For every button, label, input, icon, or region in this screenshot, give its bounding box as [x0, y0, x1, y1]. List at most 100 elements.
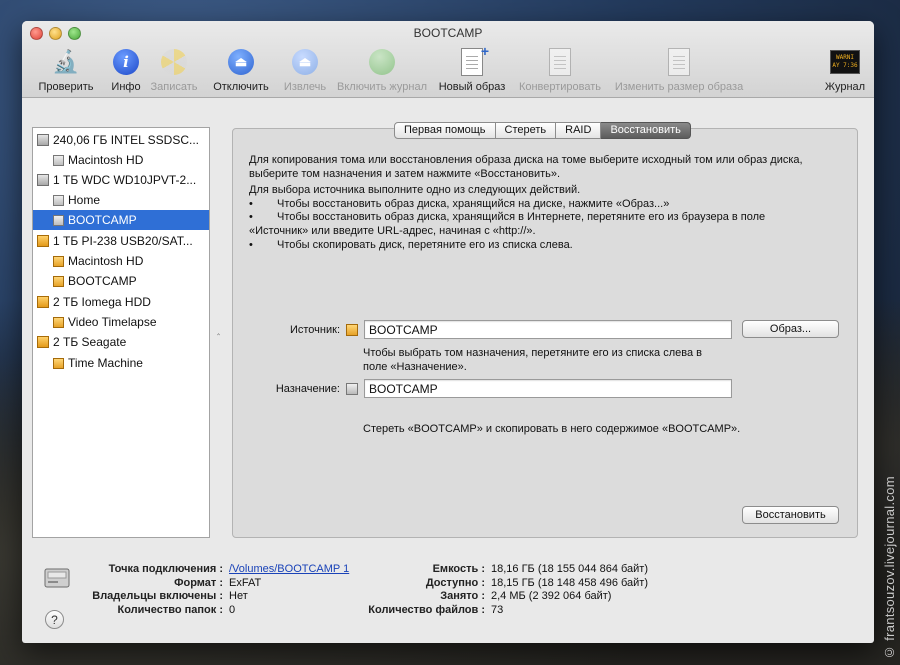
- mount-point-link[interactable]: /Volumes/BOOTCAMP 1: [229, 563, 349, 575]
- toolbar: 🔬 Проверить i Инфо Записать ⏏ Отключить …: [22, 43, 874, 95]
- bullet: •: [249, 238, 253, 251]
- toolbar-info-button[interactable]: i Инфо: [106, 47, 146, 93]
- microscope-icon: 🔬: [52, 49, 80, 74]
- sidebar-item-label: 2 ТБ Seagate: [53, 335, 127, 349]
- sidebar-item-bootcamp-selected[interactable]: BOOTCAMP: [33, 210, 209, 230]
- external-volume-icon: [53, 276, 64, 287]
- new-image-icon: +: [461, 43, 489, 76]
- source-field[interactable]: BOOTCAMP: [364, 320, 732, 339]
- sidebar-item-seagate-drive[interactable]: 2 ТБ Seagate: [33, 332, 209, 352]
- help-button[interactable]: ?: [45, 610, 64, 629]
- sidebar-item-time-machine[interactable]: Time Machine: [33, 353, 209, 373]
- selected-volume-drive-icon: [44, 568, 70, 588]
- bullet-text: «Источник» или введите URL-адрес, начина…: [249, 224, 536, 237]
- volume-icon: [346, 383, 358, 395]
- tab-raid[interactable]: RAID: [556, 122, 602, 139]
- toolbar-eject-button[interactable]: ⏏ Извлечь: [280, 47, 330, 93]
- external-volume-icon: [53, 358, 64, 369]
- toolbar-log-button[interactable]: WARNI AY 7:36 Журнал: [822, 47, 868, 93]
- external-volume-icon: [53, 256, 64, 267]
- sidebar-item-wdc-drive[interactable]: 1 ТБ WDC WD10JPVT-2...: [33, 170, 209, 190]
- info-value: 73: [491, 603, 504, 616]
- source-label: Источник:: [289, 324, 340, 336]
- toolbar-label: Проверить: [38, 81, 94, 93]
- external-drive-icon: [37, 235, 49, 247]
- info-key: Количество папок :: [117, 603, 223, 616]
- sidebar-item-label: Macintosh HD: [68, 153, 144, 167]
- info-key: Формат :: [174, 576, 223, 589]
- sidebar-item-label: Time Machine: [68, 356, 143, 370]
- sidebar-item-label: 1 ТБ WDC WD10JPVT-2...: [53, 173, 197, 187]
- info-value: 0: [229, 603, 236, 616]
- info-value: ExFAT: [229, 576, 262, 589]
- bullet-text: Чтобы восстановить образ диска, хранящий…: [277, 211, 766, 224]
- external-volume-icon: [53, 317, 64, 328]
- info-value: 18,16 ГБ (18 155 044 864 байт): [491, 563, 649, 575]
- sidebar-item-label: Home: [68, 193, 101, 207]
- tab-erase[interactable]: Стереть: [495, 122, 557, 139]
- toolbar-label: Включить журнал: [337, 81, 427, 93]
- toolbar-label: Инфо: [111, 81, 141, 93]
- sidebar-item-label: BOOTCAMP: [68, 213, 137, 227]
- destination-label: Назначение:: [275, 383, 340, 395]
- sidebar-item-intel-ssd[interactable]: 240,06 ГБ INTEL SSDSC...: [33, 130, 209, 150]
- volume-icon: [53, 155, 64, 166]
- unmount-icon: ⏏: [292, 49, 318, 75]
- sidebar-item-ext-macintosh-hd[interactable]: Macintosh HD: [33, 251, 209, 271]
- resize-image-icon: [668, 48, 690, 76]
- bullet-text: Чтобы восстановить образ диска, хранящий…: [277, 197, 670, 210]
- toolbar-label: Извлечь: [283, 81, 327, 93]
- burn-icon: [161, 49, 187, 75]
- intro-line: выберите том назначения и затем нажмите …: [249, 167, 561, 180]
- bullet-text: Чтобы скопировать диск, перетяните его и…: [277, 238, 573, 251]
- destination-field[interactable]: BOOTCAMP: [364, 379, 732, 398]
- toolbar-verify-button[interactable]: 🔬 Проверить: [36, 47, 96, 93]
- external-drive-icon: [37, 336, 49, 348]
- sidebar-item-iomega-drive[interactable]: 2 ТБ Iomega HDD: [33, 292, 209, 312]
- sidebar-item-macintosh-hd[interactable]: Macintosh HD: [33, 150, 209, 170]
- sidebar-item-pi238-drive[interactable]: 1 ТБ PI-238 USB20/SAT...: [33, 231, 209, 251]
- toolbar-label: Отключить: [213, 81, 269, 93]
- watermark: © frantsouzov.livejournal.com: [882, 476, 897, 660]
- splitter-handle[interactable]: ‸: [217, 325, 220, 336]
- toolbar-convert-button[interactable]: Конвертировать: [516, 47, 604, 93]
- volume-info-left: Точка подключения : /Volumes/BOOTCAMP 1 Ф…: [90, 563, 349, 617]
- info-value: 2,4 МБ (2 392 064 байт): [491, 590, 612, 603]
- toolbar-unmount-button[interactable]: ⏏ Отключить: [210, 47, 272, 93]
- external-drive-icon: [37, 296, 49, 308]
- sidebar-item-label: BOOTCAMP: [68, 274, 137, 288]
- bullet: •: [249, 197, 253, 210]
- image-button[interactable]: Образ...: [742, 320, 839, 338]
- convert-icon: [549, 48, 571, 76]
- sidebar-item-label: 2 ТБ Iomega HDD: [53, 295, 151, 309]
- volume-icon: [53, 215, 64, 226]
- info-icon: i: [113, 49, 139, 75]
- toolbar-burn-button[interactable]: Записать: [148, 47, 200, 93]
- sidebar-item-label: 1 ТБ PI-238 USB20/SAT...: [53, 234, 193, 248]
- toolbar-enable-journal-button[interactable]: Включить журнал: [334, 47, 430, 93]
- toolbar-resize-image-button[interactable]: Изменить размер образа: [612, 47, 746, 93]
- hint-line: поле «Назначение».: [363, 360, 467, 373]
- volume-icon: [53, 195, 64, 206]
- bullet: •: [249, 211, 253, 224]
- toolbar-label: Журнал: [824, 81, 866, 93]
- external-volume-icon: [346, 324, 358, 336]
- internal-drive-icon: [37, 174, 49, 186]
- sidebar-item-ext-bootcamp[interactable]: BOOTCAMP: [33, 271, 209, 291]
- restore-instructions: Для копирования тома или восстановления …: [249, 154, 849, 252]
- info-key: Доступно :: [425, 576, 485, 589]
- sidebar-item-label: Video Timelapse: [68, 315, 157, 329]
- tab-restore[interactable]: Восстановить: [601, 122, 691, 139]
- toolbar-label: Записать: [150, 81, 198, 93]
- info-key: Точка подключения :: [108, 563, 223, 575]
- window-title: BOOTCAMP: [413, 26, 483, 40]
- toolbar-label: Новый образ: [438, 81, 506, 93]
- restore-button[interactable]: Восстановить: [742, 506, 839, 524]
- info-key: Количество файлов :: [368, 603, 485, 616]
- toolbar-new-image-button[interactable]: + Новый образ: [436, 43, 508, 93]
- tab-first-aid[interactable]: Первая помощь: [394, 122, 496, 139]
- volume-info-right: Емкость :18,16 ГБ (18 155 044 864 байт) …: [362, 563, 648, 617]
- hint-line: Чтобы выбрать том назначения, перетяните…: [363, 347, 703, 359]
- sidebar-item-home[interactable]: Home: [33, 190, 209, 210]
- sidebar-item-video-timelapse[interactable]: Video Timelapse: [33, 312, 209, 332]
